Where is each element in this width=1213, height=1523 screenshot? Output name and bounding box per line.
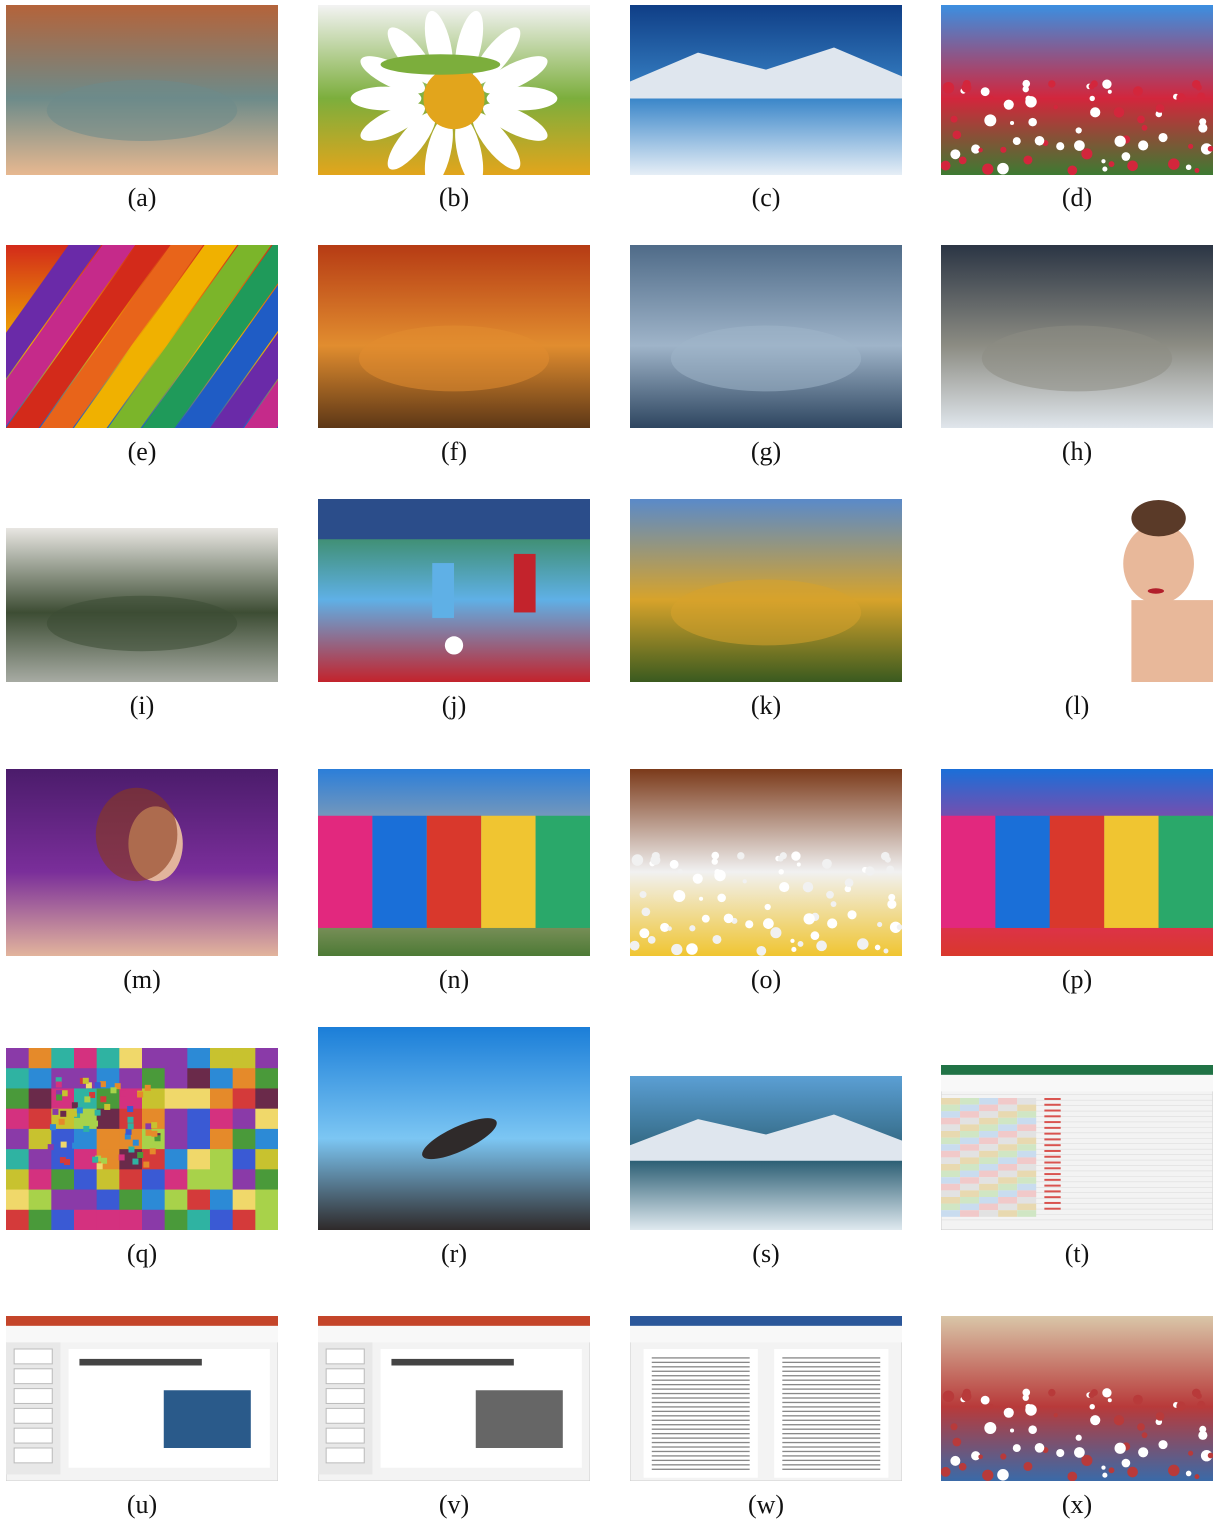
- caption-o: (o): [750, 965, 782, 994]
- caption-n: (n): [438, 965, 470, 994]
- caption-u: (u): [126, 1490, 158, 1519]
- canyon-river-photo: [6, 5, 278, 175]
- caption-j: (j): [441, 691, 467, 720]
- caption-i: (i): [129, 691, 155, 720]
- caption-r: (r): [441, 1239, 467, 1268]
- caption-m: (m): [123, 965, 161, 994]
- caption-q: (q): [126, 1239, 158, 1268]
- stormy-sea-photo: [941, 245, 1213, 428]
- sand-footprints-photo: [630, 245, 902, 428]
- flower-field-photo: [941, 5, 1213, 175]
- caption-b: (b): [438, 183, 470, 212]
- caption-d: (d): [1061, 183, 1093, 212]
- caption-t: (t): [1064, 1239, 1090, 1268]
- caption-s: (s): [752, 1239, 780, 1268]
- caption-h: (h): [1061, 437, 1093, 466]
- foggy-forest-photo: [6, 528, 278, 682]
- flower-vase-photo: [630, 769, 902, 956]
- color-mosaic-pattern: [6, 1048, 278, 1230]
- colorful-houses-photo: [941, 769, 1213, 956]
- caption-v: (v): [438, 1490, 470, 1519]
- caption-e: (e): [127, 437, 157, 466]
- mountain-lake-photo: [630, 5, 902, 175]
- caption-x: (x): [1061, 1490, 1093, 1519]
- caption-k: (k): [750, 691, 782, 720]
- lake-island-mountains-photo: [630, 1076, 902, 1230]
- caption-a: (a): [127, 183, 157, 212]
- town-square-cafe-photo: [318, 769, 590, 956]
- crowded-beach-photo: [941, 1316, 1213, 1481]
- spreadsheet-screenshot: [941, 1065, 1213, 1230]
- swimming-pool-photo: [318, 1027, 590, 1230]
- caption-f: (f): [441, 437, 467, 466]
- grasshopper-daisy-photo: [318, 5, 590, 175]
- presentation-screenshot: [318, 1316, 590, 1481]
- caption-c: (c): [751, 183, 781, 212]
- caption-p: (p): [1061, 965, 1093, 994]
- soccer-match-photo: [318, 499, 590, 682]
- caption-l: (l): [1064, 691, 1090, 720]
- woman-purple-fabric-photo: [6, 769, 278, 956]
- presentation-screenshot: [6, 1316, 278, 1481]
- document-screenshot: [630, 1316, 902, 1481]
- caption-w: (w): [747, 1490, 785, 1519]
- autumn-forest-path-photo: [318, 245, 590, 428]
- autumn-lake-reflection-photo: [630, 499, 902, 682]
- woman-portrait-photo: [941, 500, 1213, 682]
- caption-g: (g): [750, 437, 782, 466]
- colored-pencils-photo: [6, 245, 278, 428]
